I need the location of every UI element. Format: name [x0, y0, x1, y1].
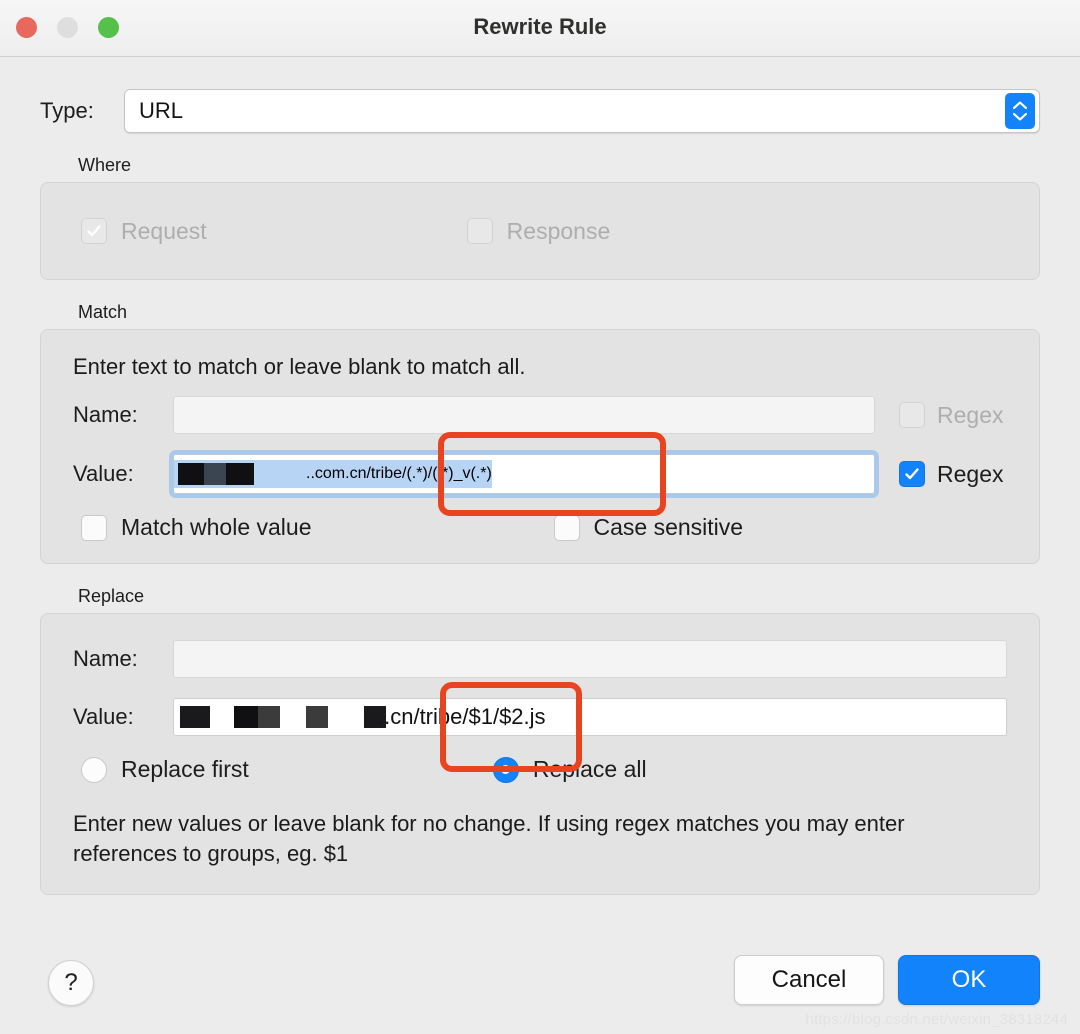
- chevron-up-down-icon[interactable]: [1005, 93, 1035, 129]
- ok-button[interactable]: OK: [898, 955, 1040, 1005]
- replace-help-text: Enter new values or leave blank for no c…: [73, 811, 905, 866]
- redaction-block: [258, 706, 280, 728]
- replace-all-radio[interactable]: Replace all: [492, 756, 647, 783]
- redaction-block: [234, 706, 258, 728]
- redaction-block: [226, 463, 254, 485]
- checkbox-unchecked-icon: [899, 402, 925, 428]
- where-response-label: Response: [506, 217, 611, 244]
- match-value-wrap: ..com.cn/tribe/(.*)/(.*)_v(.*): [169, 450, 879, 498]
- match-group-label: Match: [78, 302, 128, 322]
- replace-first-radio[interactable]: Replace first: [81, 756, 249, 783]
- replace-first-label: Replace first: [121, 756, 249, 782]
- checkbox-checked-icon: [81, 218, 107, 244]
- replace-name-label: Name:: [73, 646, 138, 671]
- redaction-block: [178, 463, 204, 485]
- redaction-block: [180, 706, 210, 728]
- match-value-regex-label: Regex: [937, 460, 1004, 487]
- match-value-regex-checkbox[interactable]: Regex: [899, 461, 1039, 488]
- where-response-checkbox[interactable]: Response: [466, 217, 611, 245]
- replace-name-row: Name:: [41, 640, 1039, 678]
- replace-mode-row: Replace first Replace all: [41, 756, 1039, 805]
- checkbox-unchecked-icon: [553, 514, 580, 541]
- match-name-label: Name:: [73, 402, 138, 427]
- replace-value-row: Value: ..cn/tribe/$1/$2.js: [41, 698, 1039, 736]
- type-select-value: URL: [139, 98, 184, 123]
- match-name-row: Name: Regex: [41, 396, 1039, 434]
- help-button[interactable]: ?: [48, 960, 94, 1006]
- radio-unselected-icon: [81, 756, 107, 783]
- replace-value-label: Value:: [73, 704, 134, 729]
- match-groupbox: Enter text to match or leave blank to ma…: [40, 329, 1040, 564]
- where-groupbox: Request Response: [40, 182, 1040, 280]
- type-label: Type:: [40, 98, 94, 123]
- match-section: Match Enter text to match or leave blank…: [0, 302, 1080, 564]
- checkbox-checked-icon: [899, 461, 925, 487]
- case-sensitive-label: Case sensitive: [593, 514, 744, 540]
- type-row: Type: URL: [0, 57, 1080, 133]
- dialog-footer: ? Cancel OK https://blog.csdn.net/weixin…: [0, 938, 1080, 1034]
- replace-value-text: ..cn/tribe/$1/$2.js: [378, 704, 546, 729]
- window-title: Rewrite Rule: [473, 14, 607, 39]
- replace-name-input[interactable]: [173, 640, 1007, 678]
- where-section: Where Request Response: [0, 155, 1080, 280]
- cancel-button[interactable]: Cancel: [734, 955, 884, 1005]
- match-note: Enter text to match or leave blank to ma…: [73, 354, 526, 379]
- replace-group-label: Replace: [78, 586, 145, 606]
- rewrite-rule-dialog: Rewrite Rule Type: URL Where Request Res…: [0, 0, 1080, 1034]
- dialog-content: Type: URL Where Request Response Match E…: [0, 57, 1080, 896]
- match-value-input[interactable]: ..com.cn/tribe/(.*)/(.*)_v(.*): [169, 450, 879, 498]
- match-options-row: Match whole value Case sensitive: [41, 514, 1039, 563]
- title-bar: Rewrite Rule: [0, 0, 1080, 57]
- case-sensitive-checkbox[interactable]: Case sensitive: [553, 514, 744, 541]
- match-whole-value-checkbox[interactable]: Match whole value: [81, 514, 312, 541]
- match-name-input[interactable]: [173, 396, 875, 434]
- where-group-label: Where: [78, 155, 132, 175]
- match-whole-value-label: Match whole value: [121, 514, 312, 540]
- redaction-block: [306, 706, 328, 728]
- redaction-block: [204, 463, 226, 485]
- type-select[interactable]: URL: [124, 89, 1040, 133]
- checkbox-unchecked-icon: [466, 218, 493, 244]
- radio-selected-icon: [492, 756, 519, 783]
- match-name-regex-checkbox[interactable]: Regex: [899, 402, 1039, 429]
- checkbox-unchecked-icon: [81, 514, 107, 541]
- match-value-label: Value:: [73, 461, 134, 486]
- match-value-row: Value: ..com.cn/tribe/(.*)/(.*)_v(.*) Re…: [41, 450, 1039, 498]
- where-request-label: Request: [121, 217, 207, 244]
- replace-all-label: Replace all: [532, 756, 647, 782]
- watermark: https://blog.csdn.net/weixin_38318244: [805, 1011, 1068, 1028]
- replace-section: Replace Name: Value: ..cn/tribe/$1/$2.js…: [0, 586, 1080, 896]
- match-value-text: ..com.cn/tribe/(.*)/(.*)_v(.*): [306, 465, 492, 482]
- where-request-checkbox[interactable]: Request: [81, 218, 207, 245]
- replace-value-input[interactable]: ..cn/tribe/$1/$2.js: [173, 698, 1007, 736]
- replace-groupbox: Name: Value: ..cn/tribe/$1/$2.js Replace…: [40, 613, 1040, 896]
- match-name-regex-label: Regex: [937, 401, 1004, 428]
